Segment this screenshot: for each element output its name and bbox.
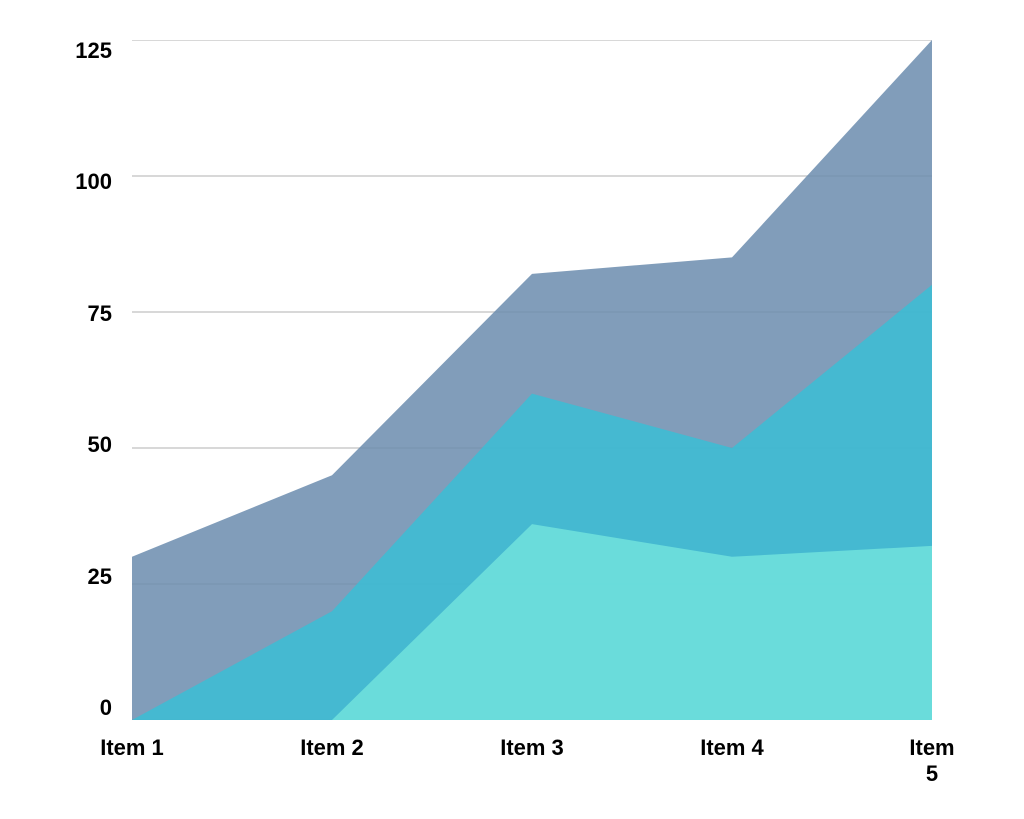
y-label-125: 125 <box>75 40 112 62</box>
y-label-0: 0 <box>100 697 112 719</box>
y-axis: 125 100 75 50 25 0 <box>32 40 122 720</box>
x-label-item4: Item 4 <box>700 735 764 761</box>
x-axis: Item 1Item 2Item 3Item 4Item 5 <box>132 725 932 800</box>
y-label-50: 50 <box>88 434 112 456</box>
chart-plot-area <box>132 40 932 720</box>
x-label-item2: Item 2 <box>300 735 364 761</box>
x-label-item1: Item 1 <box>100 735 164 761</box>
chart-svg <box>132 40 932 720</box>
y-label-25: 25 <box>88 566 112 588</box>
chart-container: 125 100 75 50 25 0 <box>32 20 992 800</box>
y-label-75: 75 <box>88 303 112 325</box>
x-label-item3: Item 3 <box>500 735 564 761</box>
y-label-100: 100 <box>75 171 112 193</box>
x-label-item5: Item 5 <box>909 735 954 787</box>
